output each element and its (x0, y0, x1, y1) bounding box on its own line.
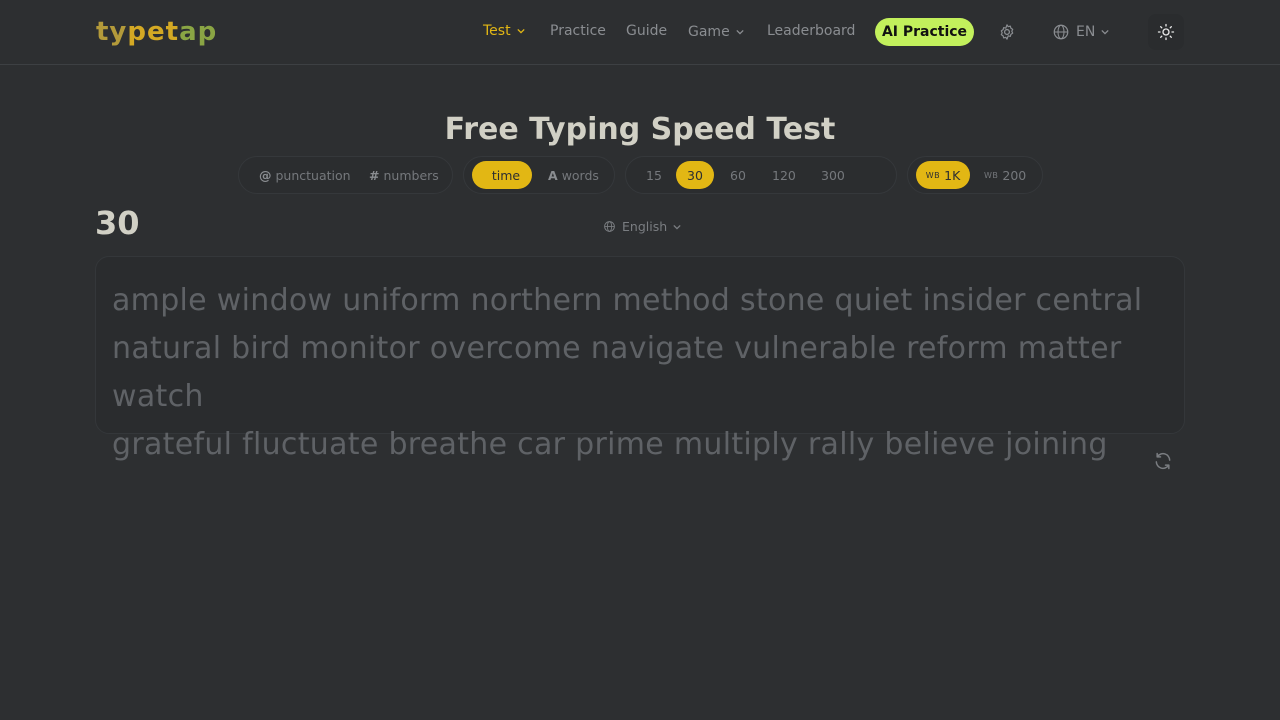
duration-60-button[interactable]: 60 (730, 157, 746, 193)
option-label: words (561, 167, 599, 183)
mode-time-button[interactable]: time (472, 161, 532, 189)
words-line: grateful fluctuate breathe car prime mul… (112, 427, 1108, 462)
logo[interactable]: typetap (96, 17, 217, 47)
language-selector[interactable]: EN (1052, 23, 1109, 41)
ai-practice-button[interactable]: AI Practice (875, 18, 974, 46)
wordbank-200-button[interactable]: WB 200 (984, 157, 1026, 193)
duration-15-button[interactable]: 15 (646, 157, 662, 193)
duration-300-button[interactable]: 300 (821, 157, 845, 193)
chevron-down-icon (516, 28, 525, 34)
letter-a-icon: A (548, 167, 558, 183)
theme-toggle-button[interactable] (1148, 14, 1184, 50)
nav-item-label: Leaderboard (767, 23, 856, 39)
nav-item-label: Test (483, 23, 511, 39)
words-text: ample window uniform northern method sto… (112, 277, 1168, 469)
option-label: 200 (1002, 167, 1027, 183)
nav-item-leaderboard[interactable]: Leaderboard (767, 23, 855, 39)
chevron-down-icon (673, 224, 681, 230)
nav-item-game[interactable]: Game (688, 24, 744, 40)
wordbank-icon: WB (925, 170, 941, 180)
words-line: natural bird monitor overcome navigate v… (112, 331, 1122, 414)
chevron-down-icon (736, 29, 744, 35)
hash-symbol-icon: # (369, 167, 380, 183)
globe-icon (1053, 24, 1069, 40)
chevron-down-icon (1101, 29, 1109, 35)
logo-text-part-1: ty (96, 17, 128, 47)
timer-countdown: 30 (95, 204, 140, 242)
nav-item-guide[interactable]: Guide (626, 23, 667, 39)
nav-item-test[interactable]: Test (483, 23, 525, 39)
nav-item-practice[interactable]: Practice (550, 23, 606, 39)
option-label: numbers (383, 167, 439, 183)
globe-icon (604, 221, 615, 232)
typing-area[interactable]: ample window uniform northern method sto… (95, 256, 1185, 462)
option-label: 1K (944, 167, 961, 183)
restart-icon[interactable] (1153, 451, 1173, 471)
mode-words-button[interactable]: A words (548, 157, 599, 193)
option-label: punctuation (275, 167, 351, 183)
logo-text-part-3: ap (179, 17, 218, 47)
wordbank-options-group: WB 1K WB 200 (907, 156, 1043, 194)
sun-icon (1157, 23, 1175, 41)
extras-options-group: @ punctuation # numbers (238, 156, 453, 194)
wordbank-1k-button[interactable]: WB 1K (916, 161, 970, 189)
at-symbol-icon: @ (259, 167, 272, 183)
mode-options-group: time A words (463, 156, 615, 194)
numbers-toggle[interactable]: # numbers (369, 157, 439, 193)
duration-options-group: 15 30 60 120 300 (625, 156, 897, 194)
wordbank-icon: WB (984, 170, 999, 180)
logo-text-part-2: pet (127, 17, 180, 47)
punctuation-toggle[interactable]: @ punctuation (259, 157, 351, 193)
nav-item-label: Game (688, 24, 730, 40)
words-line: ample window uniform northern method sto… (112, 283, 1143, 318)
test-language-selector[interactable]: English (603, 219, 681, 234)
top-nav-bar: typetap Test Practice Guide Game Leaderb… (0, 0, 1280, 65)
page-title: Free Typing Speed Test (444, 112, 836, 147)
duration-120-button[interactable]: 120 (772, 157, 796, 193)
duration-30-button[interactable]: 30 (676, 161, 714, 189)
option-label: time (491, 167, 521, 183)
test-language-label: English (622, 219, 668, 234)
nav-item-label: Guide (626, 23, 668, 39)
language-label: EN (1076, 24, 1096, 40)
nav-item-label: Practice (550, 23, 606, 39)
gear-icon[interactable] (998, 23, 1016, 41)
